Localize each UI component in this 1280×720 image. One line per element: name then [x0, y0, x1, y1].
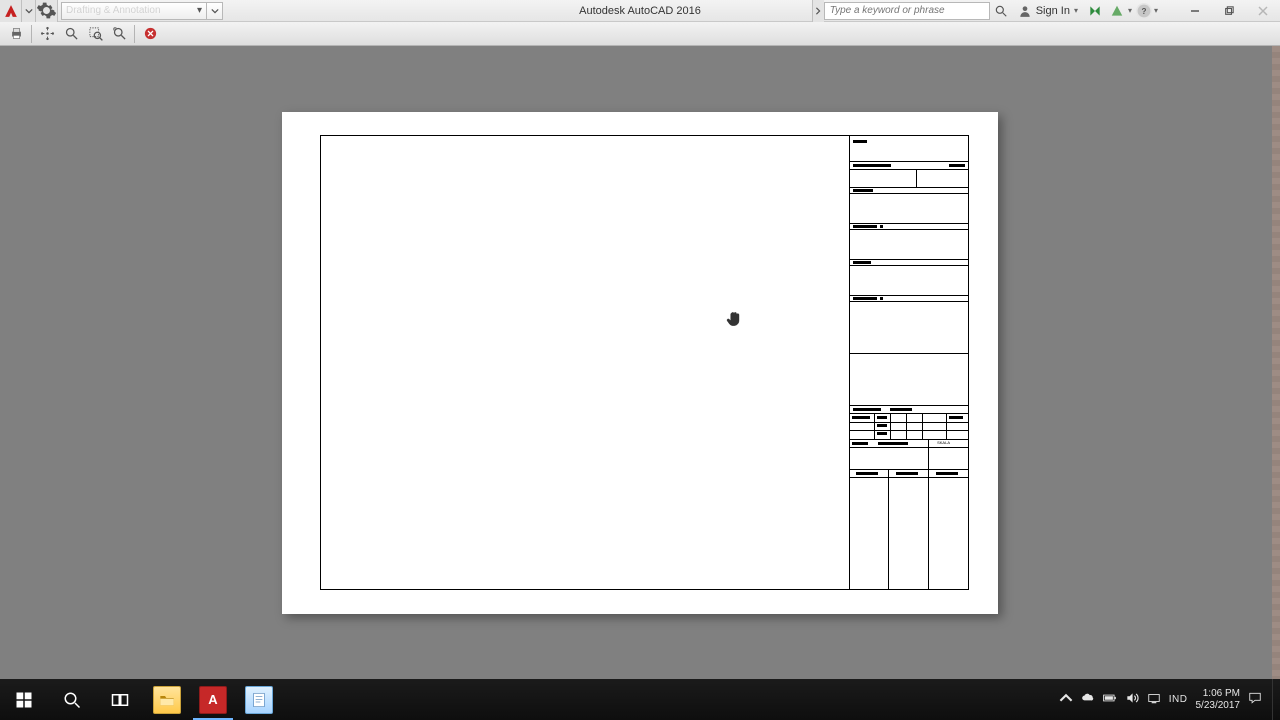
svg-text:?: ? — [1141, 6, 1146, 15]
system-tray: IND 1:06 PM 5/23/2017 — [1059, 679, 1272, 720]
chevron-down-icon: ▾ — [1128, 6, 1132, 15]
pan-hand-cursor — [724, 308, 744, 330]
titlebar-right: Sign In ▾ ▾ ? ▾ — [812, 0, 1280, 21]
toolbar-separator — [31, 25, 32, 43]
windows-taskbar: A IND 1:06 PM 5/23/2017 — [0, 679, 1280, 720]
search-input[interactable] — [830, 5, 984, 16]
zoom-window-button[interactable] — [84, 24, 106, 44]
chevron-down-icon: ▾ — [1074, 6, 1078, 15]
infocenter-expand[interactable] — [812, 0, 824, 22]
search-box[interactable] — [824, 2, 990, 20]
battery-icon[interactable] — [1103, 691, 1117, 708]
plot-button[interactable] — [5, 24, 27, 44]
search-icon[interactable] — [990, 0, 1012, 22]
plot-preview-canvas[interactable]: SKALA — [0, 46, 1280, 679]
workspace-label: Drafting & Annotation — [66, 5, 161, 16]
close-preview-button[interactable] — [139, 24, 161, 44]
skala-label: SKALA — [937, 440, 950, 445]
app-menu-button[interactable] — [0, 0, 22, 22]
tray-date: 5/23/2017 — [1196, 700, 1241, 712]
tray-clock[interactable]: 1:06 PM 5/23/2017 — [1196, 688, 1241, 712]
sign-in-label: Sign In — [1036, 5, 1070, 17]
pan-button[interactable] — [36, 24, 58, 44]
adjacent-window-strip — [1272, 46, 1280, 679]
title-block: SKALA — [850, 136, 968, 589]
onedrive-icon[interactable] — [1081, 691, 1095, 708]
workspace-extra-dropdown[interactable] — [207, 2, 223, 20]
close-button[interactable] — [1246, 0, 1280, 22]
chevron-down-icon: ▾ — [197, 5, 202, 16]
taskbar-app-file-explorer[interactable] — [144, 679, 190, 720]
search-button[interactable] — [48, 679, 96, 720]
show-desktop-button[interactable] — [1272, 679, 1280, 720]
network-icon[interactable] — [1147, 691, 1161, 708]
title-bar: Drafting & Annotation ▾ Autodesk AutoCAD… — [0, 0, 1280, 22]
options-gear-icon[interactable] — [36, 0, 58, 22]
start-button[interactable] — [0, 679, 48, 720]
taskbar-app-notepad[interactable] — [236, 679, 282, 720]
a360-icon[interactable] — [1106, 0, 1128, 22]
toolbar-separator — [134, 25, 135, 43]
language-indicator[interactable]: IND — [1169, 694, 1188, 705]
action-center-icon[interactable] — [1248, 691, 1262, 708]
minimize-button[interactable] — [1178, 0, 1212, 22]
zoom-original-button[interactable] — [108, 24, 130, 44]
tray-overflow-icon[interactable] — [1059, 691, 1073, 708]
exchange-apps-icon[interactable] — [1084, 0, 1106, 22]
plot-preview-toolbar — [0, 22, 1280, 46]
tray-time: 1:06 PM — [1196, 688, 1241, 700]
help-icon[interactable]: ? — [1136, 3, 1152, 19]
paper-sheet: SKALA — [282, 112, 998, 614]
taskbar-app-autocad[interactable]: A — [190, 679, 236, 720]
chevron-down-icon: ▾ — [1154, 6, 1158, 15]
drawing-area — [321, 136, 850, 589]
sign-in-button[interactable]: Sign In ▾ — [1012, 4, 1084, 18]
drawing-frame: SKALA — [320, 135, 969, 590]
task-view-button[interactable] — [96, 679, 144, 720]
zoom-button[interactable] — [60, 24, 82, 44]
volume-icon[interactable] — [1125, 691, 1139, 708]
qat-dropdown[interactable] — [22, 0, 36, 22]
maximize-button[interactable] — [1212, 0, 1246, 22]
workspace-combo[interactable]: Drafting & Annotation ▾ — [61, 2, 207, 20]
